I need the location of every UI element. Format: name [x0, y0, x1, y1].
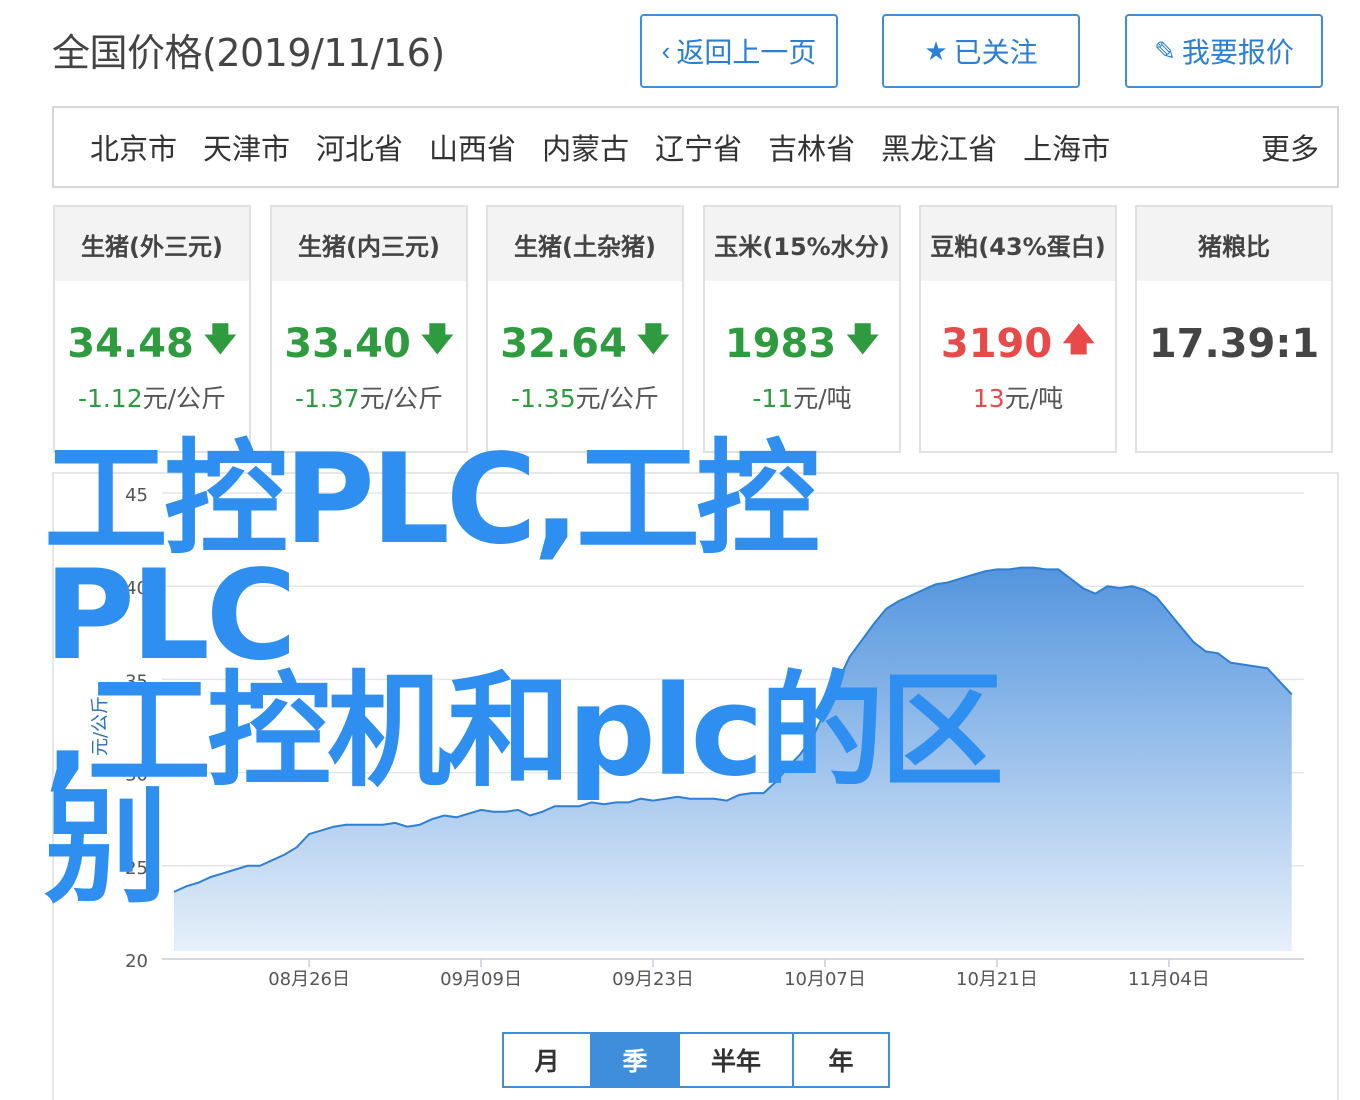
card-value: 32.64 [500, 321, 627, 367]
card-change: -1.12元/公斤 [55, 379, 249, 415]
y-tick-label: 25 [125, 858, 148, 879]
card-change: -11元/吨 [705, 379, 899, 415]
price-cards: 生猪(外三元) 34.48 🡇 -1.12元/公斤 生猪(内三元) 33.40 🡇 -1.37… [53, 205, 1333, 453]
region-item[interactable]: 吉林省 [768, 126, 855, 168]
region-item[interactable]: 北京市 [90, 126, 177, 168]
card-title: 生猪(土杂猪) [488, 207, 682, 281]
star-icon: ★ [924, 36, 948, 66]
card-change-unit: 元/公斤 [142, 384, 227, 413]
price-card[interactable]: 生猪(外三元) 34.48 🡇 -1.12元/公斤 [53, 205, 251, 453]
price-chart: 20 25 30 35 40 45 元/公斤 08月26日 09月09日 09月23日 10月07日… [52, 472, 1339, 1100]
y-tick-label: 45 [125, 485, 148, 506]
card-title: 玉米(15%水分) [705, 207, 899, 281]
arrow-down-icon: 🡇 [846, 320, 880, 358]
price-card[interactable]: 猪粮比 17.39:1 [1135, 205, 1333, 453]
card-change-num: -11 [752, 384, 794, 413]
card-title: 猪粮比 [1137, 207, 1331, 281]
y-tick-label: 35 [125, 671, 148, 692]
x-tick-label: 09月23日 [612, 969, 694, 990]
x-tick-label: 10月21日 [956, 969, 1038, 990]
y-axis-label: 元/公斤 [90, 696, 111, 756]
card-value-row: 34.48 🡇 [55, 319, 249, 369]
arrow-down-icon: 🡇 [203, 320, 237, 358]
price-card[interactable]: 生猪(内三元) 33.40 🡇 -1.37元/公斤 [270, 205, 468, 453]
arrow-down-icon: 🡇 [420, 320, 454, 358]
card-value-row: 1983 🡇 [705, 319, 899, 369]
region-item[interactable]: 山西省 [429, 126, 516, 168]
card-value: 3190 [940, 321, 1053, 367]
card-value: 34.48 [67, 321, 194, 367]
price-chart-svg: 20 25 30 35 40 45 元/公斤 08月26日 09月09日 09月23日 10月07日… [90, 485, 1304, 990]
price-card[interactable]: 豆粕(43%蛋白) 3190 🡅 13元/吨 [919, 205, 1117, 453]
x-tick-label: 10月07日 [784, 969, 866, 990]
card-change-num: -1.35 [510, 384, 576, 413]
card-title: 生猪(内三元) [272, 207, 466, 281]
region-list: 北京市 天津市 河北省 山西省 内蒙古 辽宁省 吉林省 黑龙江省 上海市 [90, 108, 1110, 186]
price-card[interactable]: 玉米(15%水分) 1983 🡇 -11元/吨 [703, 205, 901, 453]
card-change-num: -1.37 [294, 384, 360, 413]
region-item[interactable]: 天津市 [203, 126, 290, 168]
card-change-unit: 元/公斤 [575, 384, 660, 413]
period-button[interactable]: 季 [592, 1034, 680, 1086]
x-tick-label: 11月04日 [1128, 969, 1210, 990]
follow-button[interactable]: ★ 已关注 [882, 14, 1080, 88]
card-value-row: 3190 🡅 [921, 319, 1115, 369]
card-change-unit: 元/吨 [793, 384, 852, 413]
quote-button[interactable]: ✎ 我要报价 [1125, 14, 1323, 88]
card-value: 1983 [724, 321, 837, 367]
region-item[interactable]: 上海市 [1023, 126, 1110, 168]
region-item[interactable]: 内蒙古 [542, 126, 629, 168]
edit-icon: ✎ [1154, 36, 1176, 66]
y-tick-label: 20 [125, 951, 148, 972]
card-change: -1.37元/公斤 [272, 379, 466, 415]
card-change: 13元/吨 [921, 379, 1115, 415]
y-tick-label: 40 [125, 578, 148, 599]
back-button-label: 返回上一页 [676, 37, 817, 68]
period-button[interactable]: 年 [794, 1034, 888, 1086]
y-tick-label: 30 [125, 765, 148, 786]
region-item[interactable]: 黑龙江省 [881, 126, 997, 168]
region-more-link[interactable]: 更多 [1261, 108, 1319, 186]
x-tick-label: 09月09日 [440, 969, 522, 990]
card-value: 17.39:1 [1148, 321, 1320, 367]
card-change-unit: 元/吨 [1004, 384, 1064, 413]
arrow-down-icon: 🡇 [636, 320, 670, 358]
quote-button-label: 我要报价 [1181, 37, 1294, 68]
back-button[interactable]: ‹ 返回上一页 [640, 14, 838, 88]
card-change-unit: 元/公斤 [359, 384, 444, 413]
region-bar: 北京市 天津市 河北省 山西省 内蒙古 辽宁省 吉林省 黑龙江省 上海市 更多 [52, 106, 1339, 188]
price-card[interactable]: 生猪(土杂猪) 32.64 🡇 -1.35元/公斤 [486, 205, 684, 453]
card-value-row: 17.39:1 [1137, 319, 1331, 369]
region-item[interactable]: 河北省 [316, 126, 403, 168]
chevron-left-icon: ‹ [661, 36, 671, 66]
region-item[interactable]: 辽宁省 [655, 126, 742, 168]
follow-button-label: 已关注 [953, 37, 1038, 68]
page-title: 全国价格(2019/11/16) [52, 31, 445, 75]
card-title: 豆粕(43%蛋白) [921, 207, 1115, 281]
x-tick-label: 08月26日 [268, 969, 350, 990]
period-button[interactable]: 半年 [680, 1034, 794, 1086]
card-change-num: 13 [972, 384, 1005, 413]
card-change-num: -1.12 [77, 384, 143, 413]
card-change: -1.35元/公斤 [488, 379, 682, 415]
period-button[interactable]: 月 [504, 1034, 592, 1086]
card-value-row: 32.64 🡇 [488, 319, 682, 369]
card-title: 生猪(外三元) [55, 207, 249, 281]
period-selector: 月季半年年 [502, 1032, 890, 1088]
card-value: 33.40 [284, 321, 411, 367]
card-value-row: 33.40 🡇 [272, 319, 466, 369]
series-area [174, 567, 1292, 951]
arrow-up-icon: 🡅 [1062, 320, 1096, 358]
